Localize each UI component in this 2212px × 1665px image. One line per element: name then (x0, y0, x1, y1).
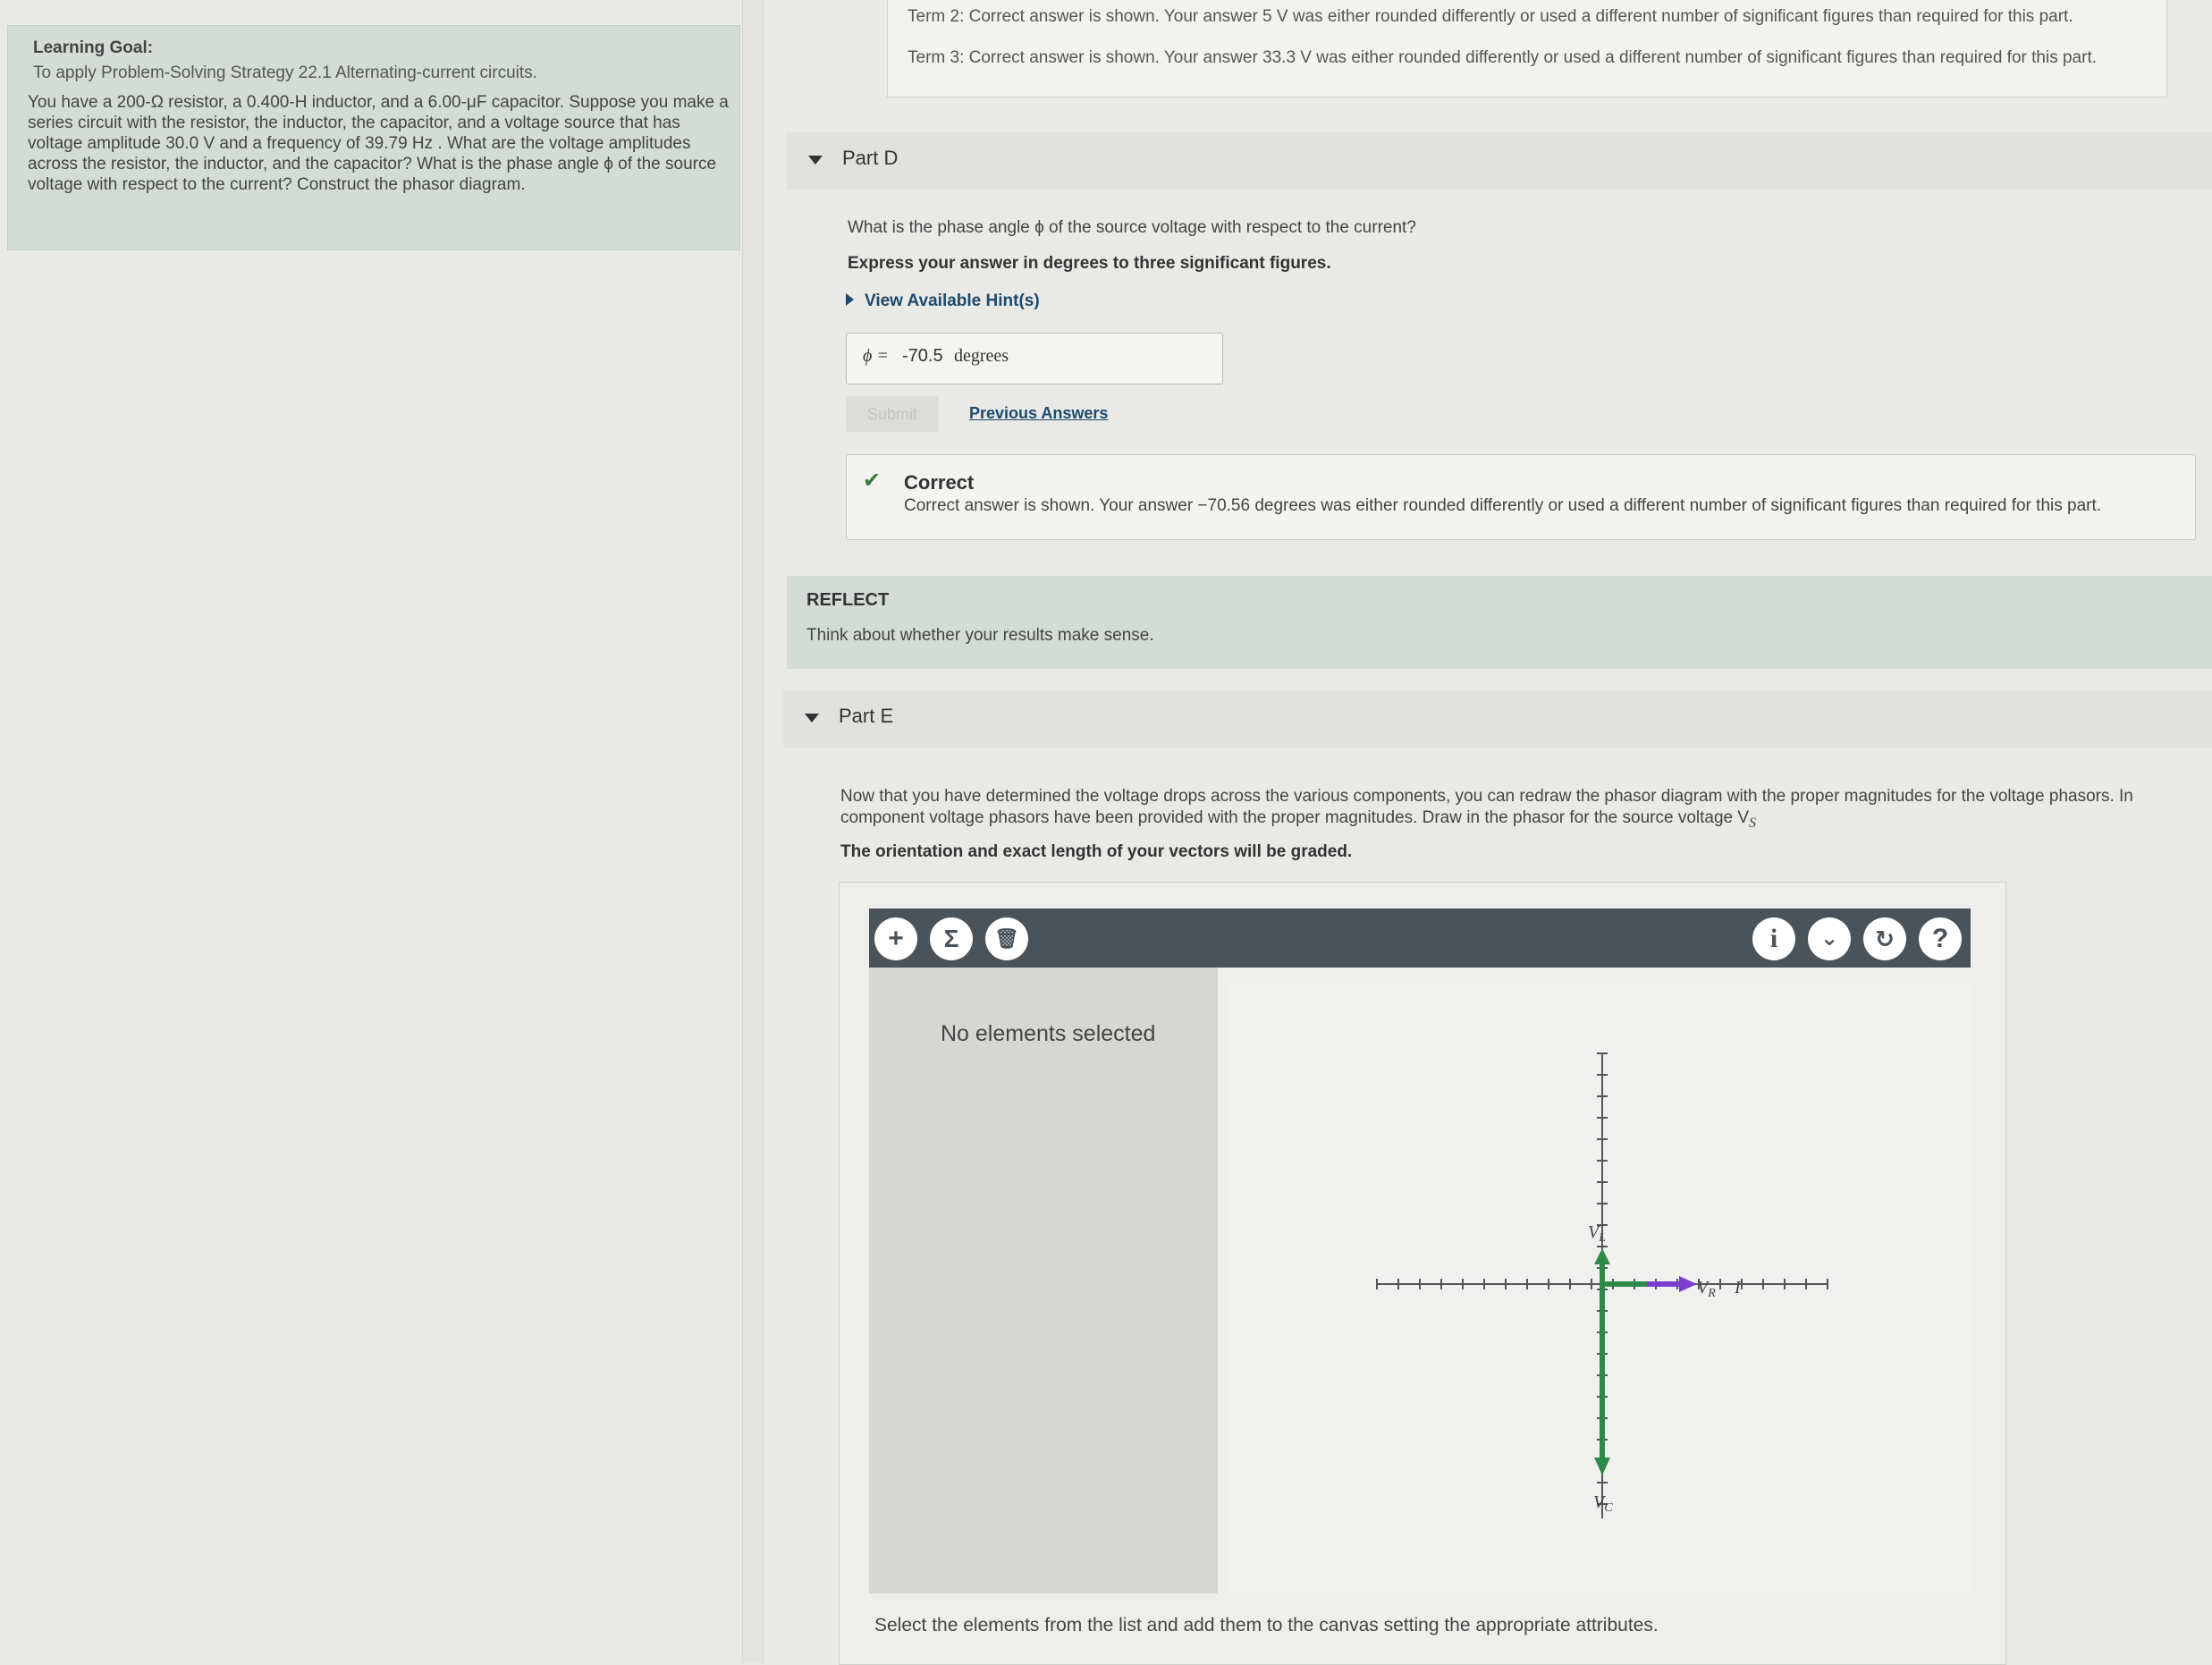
collapse-triangle-icon[interactable] (808, 156, 823, 165)
view-hints-link[interactable]: View Available Hint(s) (846, 292, 1040, 311)
part-e-question-line2: component voltage phasors have been prov… (840, 808, 1756, 832)
part-e-question-line1: Now that you have determined the voltage… (840, 787, 2133, 806)
previous-answers-link[interactable]: Previous Answers (969, 404, 1108, 423)
reflect-title: REFLECT (806, 590, 890, 610)
element-properties-panel: No elements selected (869, 968, 1218, 1593)
vr-phasor-arrowhead[interactable] (1679, 1276, 1697, 1292)
part-d-label: Part D (842, 147, 899, 169)
answer-value: -70.5 (902, 346, 943, 366)
caret-right-icon (846, 293, 854, 306)
previous-part-feedback: Term 2: Correct answer is shown. Your an… (887, 0, 2167, 97)
tool-toolbar: + Σ 🗑 i ⌄ ↻ ? (869, 909, 1971, 968)
reflect-text: Think about whether your results make se… (806, 626, 1154, 645)
correct-feedback-box: ✔ Correct Correct answer is shown. Your … (846, 454, 2196, 540)
vc-phasor-arrowhead[interactable] (1594, 1458, 1610, 1475)
reset-icon[interactable]: ↻ (1863, 917, 1906, 960)
submit-button[interactable]: Submit (846, 396, 939, 432)
part-d-question: What is the phase angle ϕ of the source … (848, 218, 1416, 237)
vr-label: VR (1697, 1278, 1716, 1300)
learning-goal-heading: Learning Goal: (33, 38, 154, 57)
info-icon[interactable]: i (1752, 917, 1795, 960)
help-icon[interactable]: ? (1919, 917, 1962, 960)
drawing-canvas[interactable]: VL VR I VC (1227, 982, 1971, 1592)
trash-icon[interactable]: 🗑 (985, 917, 1028, 960)
part-d-instruction: Express your answer in degrees to three … (848, 254, 1331, 273)
term3-feedback: Term 3: Correct answer is shown. Your an… (908, 48, 2097, 67)
feedback-title: Correct (904, 471, 975, 494)
part-e-question-text: component voltage phasors have been prov… (840, 808, 1750, 827)
source-voltage-subscript: S (1749, 815, 1756, 831)
view-hints-label: View Available Hint(s) (865, 292, 1040, 310)
panel-divider[interactable] (742, 0, 764, 1663)
collapse-triangle-icon[interactable] (805, 714, 819, 723)
phase-angle-answer-field[interactable]: ϕ = -70.5 degrees (846, 333, 1223, 385)
problem-statement: You have a 200-Ω resistor, a 0.400-H ind… (28, 93, 729, 194)
learning-goal-subheading: To apply Problem-Solving Strategy 22.1 A… (33, 63, 537, 82)
learning-goal-panel: Learning Goal: To apply Problem-Solving … (7, 25, 740, 250)
part-d-header[interactable]: Part D (787, 132, 2212, 190)
part-e-instruction: The orientation and exact length of your… (840, 842, 1353, 861)
current-label: I (1734, 1278, 1742, 1297)
vl-phasor-arrowhead[interactable] (1594, 1248, 1610, 1264)
answer-symbol: ϕ = (863, 346, 889, 366)
feedback-text: Correct answer is shown. Your answer −70… (904, 496, 2102, 515)
phasor-diagram[interactable]: VL VR I VC (1227, 982, 1971, 1592)
vc-label: VC (1593, 1492, 1613, 1515)
reflect-panel: REFLECT Think about whether your results… (787, 576, 2212, 669)
part-e-header[interactable]: Part E (783, 690, 2212, 748)
sum-vectors-icon[interactable]: Σ (930, 917, 973, 960)
checkmark-icon: ✔ (863, 469, 882, 493)
answer-unit: degrees (954, 346, 1009, 366)
add-element-icon[interactable]: + (874, 917, 917, 960)
tool-instructions: Select the elements from the list and ad… (874, 1615, 1659, 1635)
term2-feedback: Term 2: Correct answer is shown. Your an… (908, 7, 2073, 26)
no-elements-selected-text: No elements selected (941, 1021, 1156, 1046)
part-e-label: Part E (839, 705, 894, 727)
chevron-down-icon[interactable]: ⌄ (1808, 917, 1851, 960)
